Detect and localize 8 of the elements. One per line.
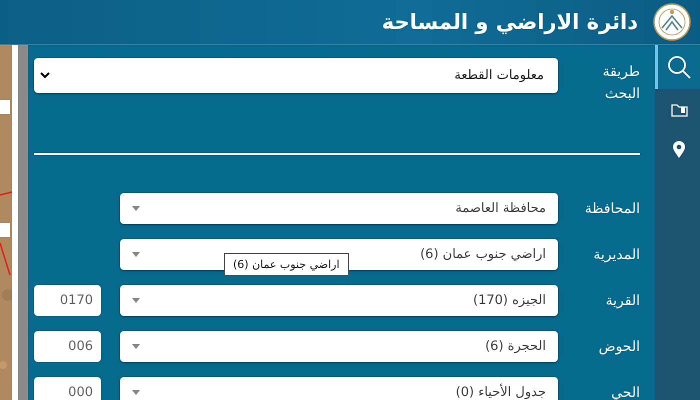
app-title: دائرة الاراضي و المساحة — [382, 10, 638, 34]
field-label: طريقة البحث — [602, 63, 640, 104]
field-label: القرية — [604, 292, 640, 308]
field-label: المحافظة — [584, 200, 640, 216]
field-label: الحي — [610, 384, 640, 400]
tooltip: اراضي جنوب عمان (6) — [224, 253, 349, 276]
field-label: الحوض — [598, 338, 640, 354]
field-label: المديرية — [592, 246, 640, 262]
